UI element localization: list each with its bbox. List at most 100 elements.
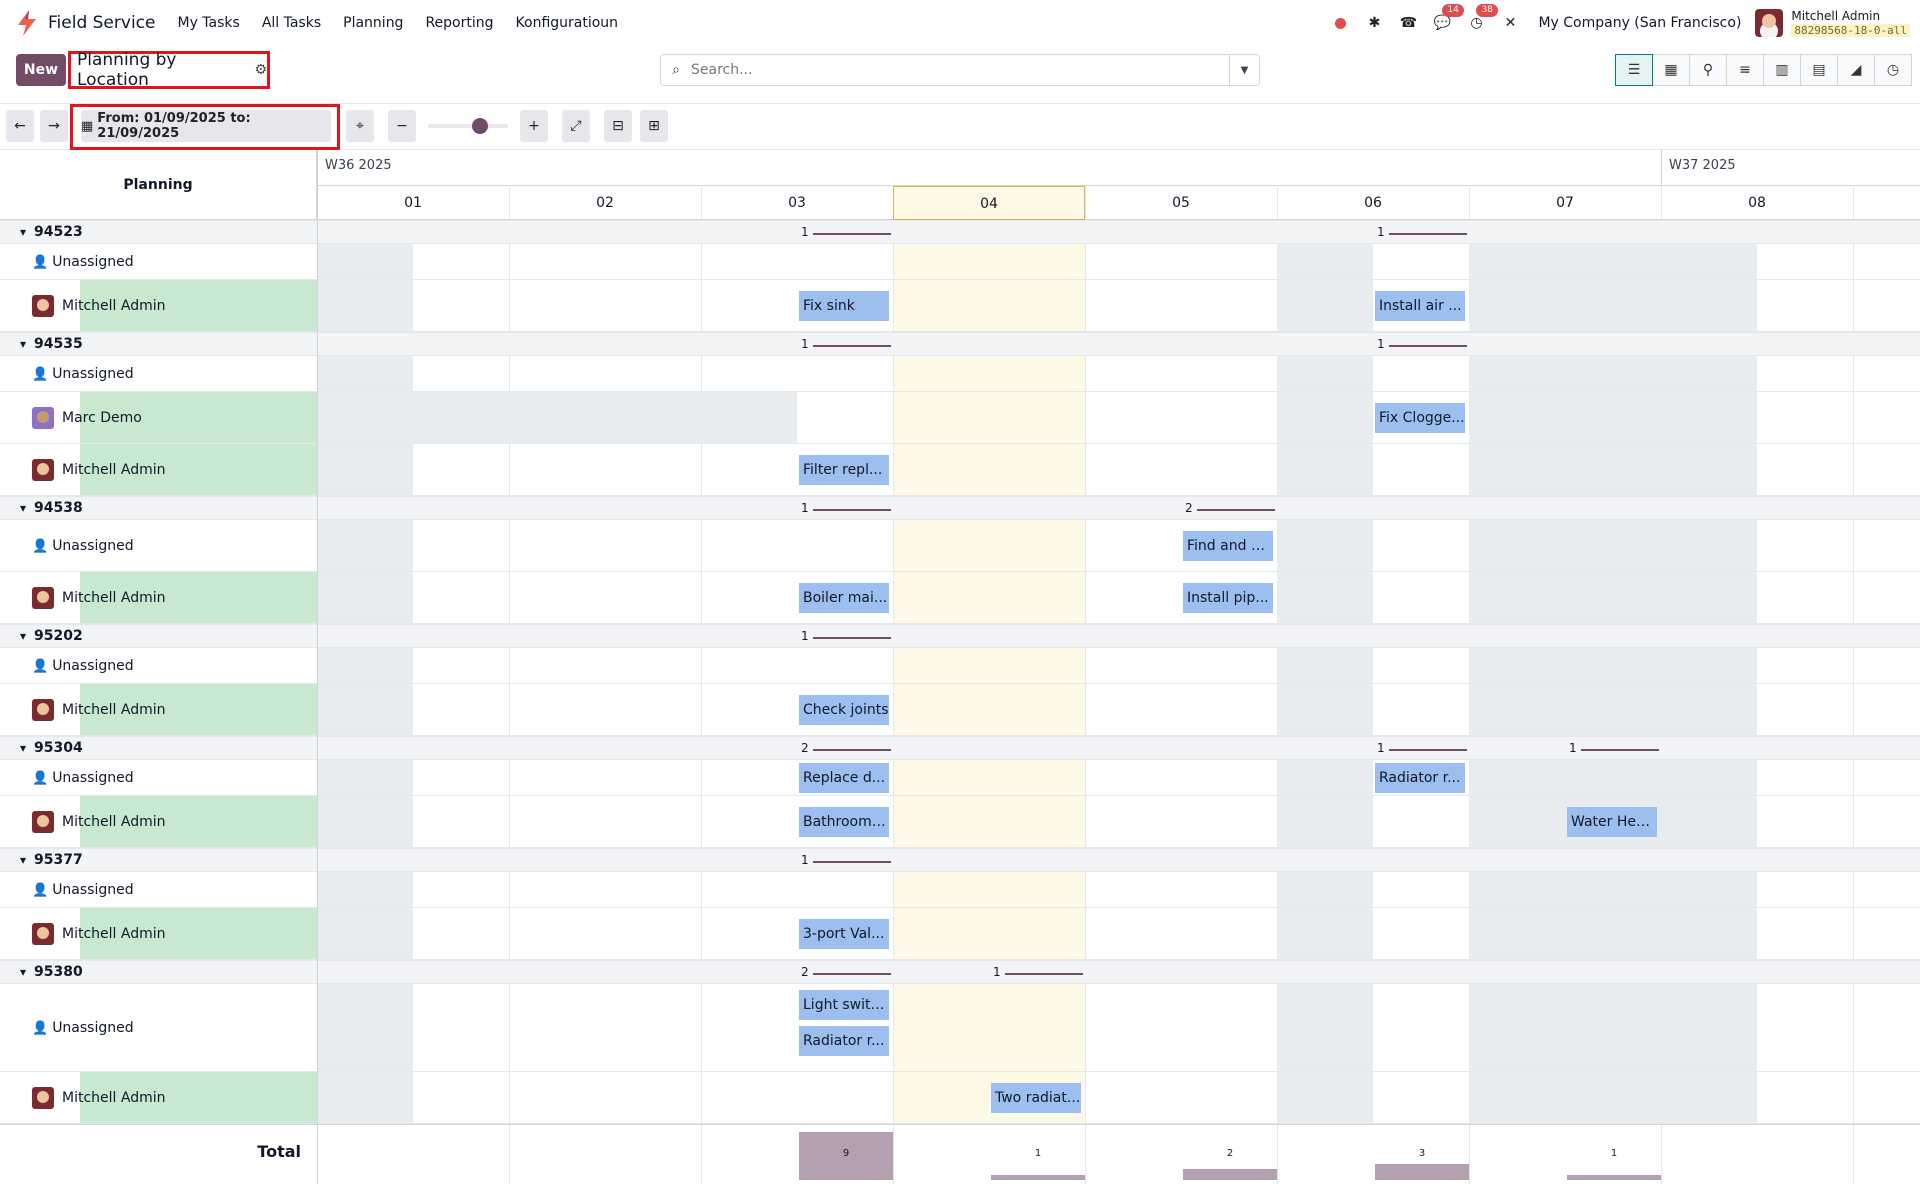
previous-arrow-icon[interactable]: ← xyxy=(6,110,34,142)
resource-row[interactable]: Mitchell Admin xyxy=(0,444,317,496)
task-pill[interactable]: Check joints xyxy=(799,695,889,725)
debug-bug-icon[interactable]: ✱ xyxy=(1364,13,1384,33)
search-input[interactable] xyxy=(691,62,1229,78)
crosshair-icon[interactable]: ⌖ xyxy=(346,110,374,142)
group-count-pill[interactable]: 1 xyxy=(1377,741,1467,755)
messages-icon[interactable]: 💬 14 xyxy=(1432,4,1464,33)
caret-down-icon[interactable]: ▾ xyxy=(20,853,26,867)
resource-row[interactable]: Mitchell Admin xyxy=(0,908,317,960)
settings-tools-icon[interactable]: ✕ xyxy=(1500,13,1520,33)
activity-view-icon[interactable]: ◷ xyxy=(1874,54,1912,86)
group-row-95377[interactable]: ▾ 95377 xyxy=(0,848,317,872)
caret-down-icon[interactable]: ▾ xyxy=(20,337,26,351)
group-count-pill[interactable]: 2 xyxy=(801,741,891,755)
user-avatar[interactable] xyxy=(1755,9,1784,37)
task-pill[interactable]: Fix sink xyxy=(799,291,889,321)
off-day-cell xyxy=(1661,648,1757,683)
menu-planning[interactable]: Planning xyxy=(343,15,403,31)
task-pill[interactable]: Install air ... xyxy=(1375,291,1465,321)
resource-row[interactable]: 👤 Unassigned xyxy=(0,520,317,572)
resource-row[interactable]: 👤 Unassigned xyxy=(0,356,317,392)
pivot-view-icon[interactable]: ▤ xyxy=(1800,54,1838,86)
group-count-pill[interactable]: 1 xyxy=(1377,225,1467,239)
task-pill[interactable]: Bathroom ... xyxy=(799,807,889,837)
zoom-slider-handle[interactable] xyxy=(472,118,488,134)
gear-icon[interactable]: ⚙ xyxy=(254,62,267,78)
count-bar xyxy=(1388,233,1467,235)
activities-clock-icon[interactable]: ◷ 38 xyxy=(1466,4,1498,33)
off-day-cell xyxy=(317,760,413,795)
caret-down-icon[interactable]: ▾ xyxy=(20,225,26,239)
record-icon[interactable] xyxy=(1330,13,1350,33)
group-row-95202[interactable]: ▾ 95202 xyxy=(0,624,317,648)
resource-row[interactable]: 👤 Unassigned xyxy=(0,872,317,908)
task-pill[interactable]: Replace d... xyxy=(799,763,889,793)
map-view-icon[interactable]: ⚲ xyxy=(1689,54,1727,86)
resource-row[interactable]: Mitchell Admin xyxy=(0,684,317,736)
phone-icon[interactable]: ☎ xyxy=(1398,13,1418,33)
task-pill[interactable]: Water Hea... xyxy=(1567,807,1657,837)
search-options-dropdown-icon[interactable]: ▼ xyxy=(1229,55,1259,85)
caret-down-icon[interactable]: ▾ xyxy=(20,965,26,979)
group-row-94535[interactable]: ▾ 94535 xyxy=(0,332,317,356)
group-row-95380[interactable]: ▾ 95380 xyxy=(0,960,317,984)
zoom-slider[interactable] xyxy=(428,118,508,134)
group-count-pill[interactable]: 1 xyxy=(1377,337,1467,351)
task-pill[interactable]: Radiator r... xyxy=(799,1026,889,1056)
task-pill[interactable]: 3-port Val... xyxy=(799,919,889,949)
group-row-94538[interactable]: ▾ 94538 xyxy=(0,496,317,520)
group-count-pill[interactable]: 1 xyxy=(801,629,891,643)
group-count-pill[interactable]: 1 xyxy=(801,337,891,351)
resource-row[interactable]: 👤 Unassigned xyxy=(0,984,317,1072)
new-button[interactable]: New xyxy=(16,54,66,86)
calendar-view-icon[interactable]: ▦ xyxy=(1652,54,1690,86)
group-count-pill[interactable]: 1 xyxy=(801,225,891,239)
task-pill[interactable]: Light switc... xyxy=(799,990,889,1020)
expand-rows-icon[interactable]: ⊞ xyxy=(640,110,668,142)
resource-row[interactable]: 👤 Unassigned xyxy=(0,648,317,684)
zoom-in-icon[interactable]: + xyxy=(520,110,548,142)
task-pill[interactable]: Fix Clogge... xyxy=(1375,403,1465,433)
next-arrow-icon[interactable]: → xyxy=(40,110,68,142)
task-pill[interactable]: Filter repl... xyxy=(799,455,889,485)
zoom-out-icon[interactable]: − xyxy=(388,110,416,142)
user-menu[interactable]: Mitchell Admin 88298568-18-0-all xyxy=(1791,9,1910,38)
task-pill[interactable]: Boiler mai... xyxy=(799,583,889,613)
menu-configuration[interactable]: Konfiguratioun xyxy=(516,15,619,31)
group-row-95304[interactable]: ▾ 95304 xyxy=(0,736,317,760)
collapse-rows-icon[interactable]: ⊟ xyxy=(604,110,632,142)
menu-reporting[interactable]: Reporting xyxy=(425,15,493,31)
resource-row[interactable]: Mitchell Admin xyxy=(0,280,317,332)
resource-row[interactable]: Mitchell Admin xyxy=(0,796,317,848)
caret-down-icon[interactable]: ▾ xyxy=(20,629,26,643)
task-pill[interactable]: Two radiat... xyxy=(991,1083,1081,1113)
resource-row[interactable]: Mitchell Admin xyxy=(0,1072,317,1124)
group-count-pill[interactable]: 2 xyxy=(801,965,891,979)
caret-down-icon[interactable]: ▾ xyxy=(20,741,26,755)
list-view-icon[interactable]: ≡ xyxy=(1726,54,1764,86)
resource-row[interactable]: Mitchell Admin xyxy=(0,572,317,624)
app-brand[interactable]: Field Service xyxy=(16,10,155,36)
expand-icon[interactable]: ⤢ xyxy=(562,110,590,142)
caret-down-icon[interactable]: ▾ xyxy=(20,501,26,515)
graph-view-icon[interactable]: ◢ xyxy=(1837,54,1875,86)
resource-row[interactable]: 👤 Unassigned xyxy=(0,760,317,796)
off-day-cell xyxy=(1469,244,1661,279)
company-switcher[interactable]: My Company (San Francisco) xyxy=(1538,15,1741,31)
task-pill[interactable]: Install pip... xyxy=(1183,583,1273,613)
group-count-pill[interactable]: 1 xyxy=(1569,741,1659,755)
menu-all-tasks[interactable]: All Tasks xyxy=(262,15,321,31)
group-row-94523[interactable]: ▾ 94523 xyxy=(0,220,317,244)
gantt-view-icon[interactable]: ☰ xyxy=(1615,54,1653,86)
group-count-pill[interactable]: 1 xyxy=(801,501,891,515)
kanban-view-icon[interactable]: ▥ xyxy=(1763,54,1801,86)
resource-row[interactable]: Marc Demo xyxy=(0,392,317,444)
date-range-button[interactable]: ▦ From: 01/09/2025 to: 21/09/2025 xyxy=(81,110,331,142)
group-count-pill[interactable]: 1 xyxy=(801,853,891,867)
menu-my-tasks[interactable]: My Tasks xyxy=(177,15,239,31)
group-count-pill[interactable]: 1 xyxy=(993,965,1083,979)
resource-row[interactable]: 👤 Unassigned xyxy=(0,244,317,280)
group-count-pill[interactable]: 2 xyxy=(1185,501,1275,515)
task-pill[interactable]: Find and fi... xyxy=(1183,531,1273,561)
task-pill[interactable]: Radiator r... xyxy=(1375,763,1465,793)
